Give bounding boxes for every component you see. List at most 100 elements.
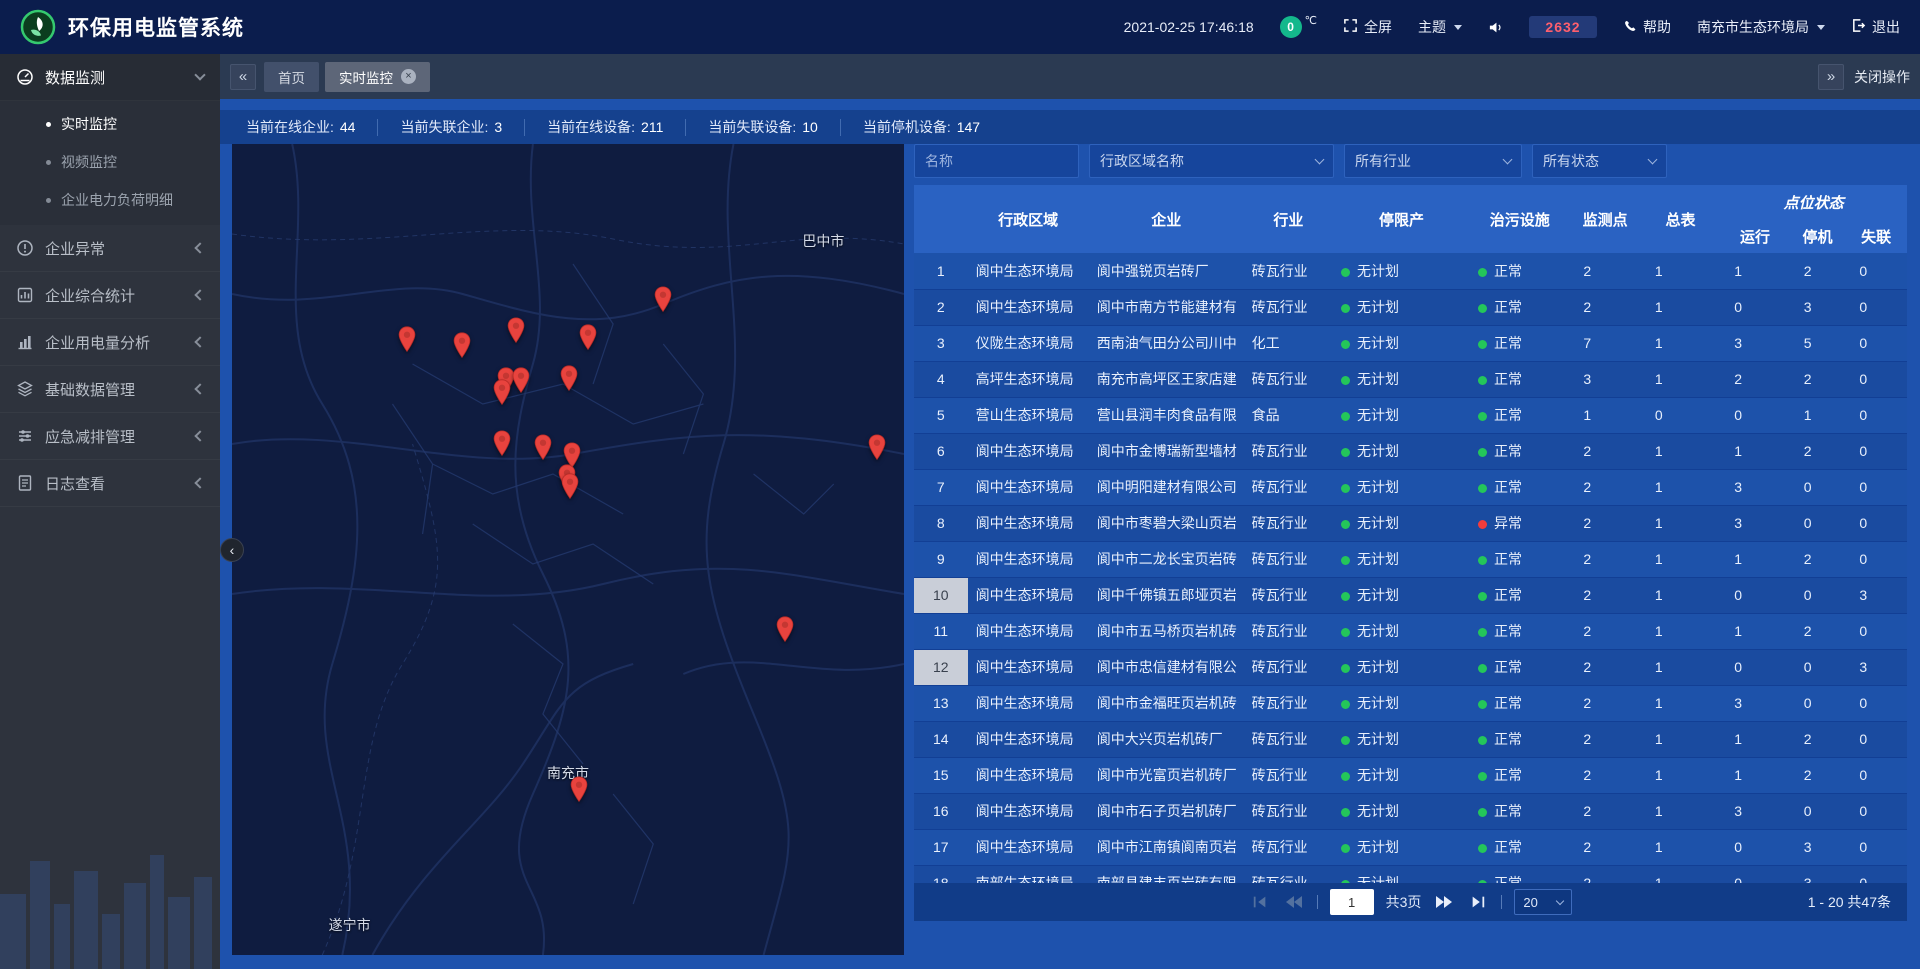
sidebar-sub-item[interactable]: 实时监控 — [0, 105, 220, 143]
tab-close-icon[interactable]: × — [401, 69, 416, 84]
table-row[interactable]: 3 仪陇生态环境局 西南油气田分公司川中 化工 无计划 正常 7 1 3 5 0 — [914, 325, 1907, 361]
help-button[interactable]: 帮助 — [1623, 17, 1671, 37]
map-pin-icon[interactable] — [868, 434, 887, 466]
table-row[interactable]: 13 阆中生态环境局 阆中市金福旺页岩机砖 砖瓦行业 无计划 正常 2 1 3 … — [914, 685, 1907, 721]
next-page-button[interactable] — [1433, 893, 1455, 911]
map-pin-icon[interactable] — [776, 616, 795, 648]
stat-item: 当前失联企业: 3 — [378, 119, 525, 136]
tab[interactable]: 首页 — [264, 62, 319, 92]
close-operations-button[interactable]: 关闭操作 — [1854, 67, 1910, 87]
map-panel[interactable]: 巴中市 南充市 遂宁市 — [232, 144, 904, 955]
cell-region: 阆中生态环境局 — [968, 649, 1089, 685]
tab[interactable]: 实时监控 × — [325, 62, 430, 92]
sidebar-group-item[interactable]: 企业综合统计 — [0, 272, 220, 319]
table-row[interactable]: 7 阆中生态环境局 阆中明阳建材有限公司 砖瓦行业 无计划 正常 2 1 3 0… — [914, 469, 1907, 505]
page-number-input[interactable] — [1330, 889, 1374, 915]
temperature-value: 0 — [1280, 16, 1302, 38]
column-index — [914, 185, 968, 253]
table-row[interactable]: 5 营山生态环境局 营山县润丰肉食品有限 食品 无计划 正常 1 0 0 1 0 — [914, 397, 1907, 433]
map-pin-icon[interactable] — [579, 324, 598, 356]
sidebar-sub-item[interactable]: 视频监控 — [0, 143, 220, 181]
map-pin-icon[interactable] — [561, 473, 580, 505]
sidebar-group-item[interactable]: 企业用电量分析 — [0, 319, 220, 366]
theme-menu[interactable]: 主题 — [1418, 17, 1462, 37]
map-pin-icon[interactable] — [493, 379, 512, 411]
table-row[interactable]: 8 阆中生态环境局 阆中市枣碧大梁山页岩 砖瓦行业 无计划 异常 2 1 3 0… — [914, 505, 1907, 541]
map-pin-icon[interactable] — [511, 367, 530, 399]
alert-circle-icon — [16, 239, 34, 257]
region-filter-select[interactable]: 行政区域名称 — [1089, 144, 1334, 178]
map-pin-icon[interactable] — [397, 326, 416, 358]
row-index: 7 — [937, 479, 945, 495]
status-dot-icon — [1478, 412, 1487, 421]
table-row[interactable]: 1 阆中生态环境局 阆中强锐页岩砖厂 砖瓦行业 无计划 正常 2 1 1 2 0 — [914, 253, 1907, 289]
chevron-icon — [194, 242, 205, 253]
table-row[interactable]: 2 阆中生态环境局 阆中市南方节能建材有 砖瓦行业 无计划 正常 2 1 0 3… — [914, 289, 1907, 325]
layers-icon — [16, 380, 34, 398]
industry-filter-select[interactable]: 所有行业 — [1344, 144, 1522, 178]
cell-industry: 砖瓦行业 — [1244, 541, 1333, 577]
table-row[interactable]: 15 阆中生态环境局 阆中市光富页岩机砖厂 砖瓦行业 无计划 正常 2 1 1 … — [914, 757, 1907, 793]
map-pin-icon[interactable] — [506, 317, 525, 349]
cell-industry: 砖瓦行业 — [1244, 433, 1333, 469]
cell-facility-status: 正常 — [1470, 541, 1569, 577]
table-row[interactable]: 6 阆中生态环境局 阆中市金博瑞新型墙材 砖瓦行业 无计划 正常 2 1 1 2… — [914, 433, 1907, 469]
cell-company: 阆中市金博瑞新型墙材 — [1089, 433, 1244, 469]
sidebar-group-item[interactable]: 日志查看 — [0, 460, 220, 507]
cell-total-meters: 1 — [1641, 829, 1720, 865]
cell-region: 南部生态环境局 — [968, 865, 1089, 883]
cell-facility-status: 正常 — [1470, 649, 1569, 685]
map-pin-icon[interactable] — [452, 332, 471, 364]
map-pin-icon[interactable] — [570, 776, 589, 808]
column-points: 监测点 — [1569, 185, 1640, 253]
table-row[interactable]: 4 高坪生态环境局 南充市高坪区王家店建 砖瓦行业 无计划 正常 3 1 2 2… — [914, 361, 1907, 397]
table-row[interactable]: 12 阆中生态环境局 阆中市忠信建材有限公 砖瓦行业 无计划 正常 2 1 0 … — [914, 649, 1907, 685]
table-row[interactable]: 17 阆中生态环境局 阆中市江南镇阆南页岩 砖瓦行业 无计划 正常 2 1 0 … — [914, 829, 1907, 865]
table-row[interactable]: 16 阆中生态环境局 阆中市石子页岩机砖厂 砖瓦行业 无计划 正常 2 1 3 … — [914, 793, 1907, 829]
page-title: 环保用电监管系统 — [68, 12, 244, 42]
table-row[interactable]: 10 阆中生态环境局 阆中千佛镇五郎垭页岩 砖瓦行业 无计划 正常 2 1 0 … — [914, 577, 1907, 613]
cell-region: 阆中生态环境局 — [968, 829, 1089, 865]
caret-down-icon — [1454, 25, 1462, 30]
name-filter-input[interactable] — [914, 144, 1079, 178]
cell-stopped: 2 — [1790, 757, 1846, 793]
org-menu[interactable]: 南充市生态环境局 — [1697, 17, 1825, 37]
cell-limit-status: 无计划 — [1333, 469, 1470, 505]
sidebar-group-item[interactable]: 数据监测 — [0, 54, 220, 101]
table-row[interactable]: 11 阆中生态环境局 阆中市五马桥页岩机砖 砖瓦行业 无计划 正常 2 1 1 … — [914, 613, 1907, 649]
map-pin-icon[interactable] — [559, 365, 578, 397]
first-page-button[interactable] — [1249, 893, 1271, 911]
cell-region: 阆中生态环境局 — [968, 685, 1089, 721]
map-collapse-button[interactable]: ‹ — [220, 538, 244, 562]
row-index: 5 — [937, 407, 945, 423]
top-header: 环保用电监管系统 2021-02-25 17:46:18 0 ℃ 全屏 主题 2… — [0, 0, 1920, 54]
map-pin-icon[interactable] — [534, 434, 553, 466]
last-page-button[interactable] — [1467, 893, 1489, 911]
cell-running: 1 — [1720, 541, 1790, 577]
alert-ticker[interactable]: 2632 — [1529, 16, 1597, 38]
temperature-badge: 0 ℃ — [1280, 16, 1317, 38]
sidebar-sub-item[interactable]: 企业电力负荷明细 — [0, 181, 220, 219]
cell-facility-status: 正常 — [1470, 397, 1569, 433]
tabs-scroll-left-button[interactable]: « — [230, 64, 256, 90]
cell-running: 0 — [1720, 649, 1790, 685]
page-size-select[interactable]: 20 — [1514, 889, 1572, 915]
cell-stopped: 2 — [1790, 433, 1846, 469]
logout-button[interactable]: 退出 — [1851, 17, 1900, 37]
map-pin-icon[interactable] — [654, 286, 673, 318]
map-pin-icon[interactable] — [493, 430, 512, 462]
cell-total-meters: 0 — [1641, 397, 1720, 433]
previous-page-button[interactable] — [1283, 893, 1305, 911]
cell-monitor-points: 2 — [1569, 469, 1640, 505]
tabs-scroll-right-button[interactable]: » — [1818, 64, 1844, 90]
table-row[interactable]: 9 阆中生态环境局 阆中市二龙长宝页岩砖 砖瓦行业 无计划 正常 2 1 1 2… — [914, 541, 1907, 577]
sidebar-group-item[interactable]: 应急减排管理 — [0, 413, 220, 460]
cell-running: 0 — [1720, 865, 1790, 883]
status-filter-select[interactable]: 所有状态 — [1532, 144, 1667, 178]
fullscreen-button[interactable]: 全屏 — [1343, 17, 1392, 37]
row-index: 16 — [933, 803, 949, 819]
sidebar-group-item[interactable]: 企业异常 — [0, 225, 220, 272]
table-row[interactable]: 14 阆中生态环境局 阆中大兴页岩机砖厂 砖瓦行业 无计划 正常 2 1 1 2… — [914, 721, 1907, 757]
table-row[interactable]: 18 南部生态环境局 南部县建丰页岩砖有限 砖瓦行业 无计划 正常 2 1 0 … — [914, 865, 1907, 883]
sidebar-group-item[interactable]: 基础数据管理 — [0, 366, 220, 413]
